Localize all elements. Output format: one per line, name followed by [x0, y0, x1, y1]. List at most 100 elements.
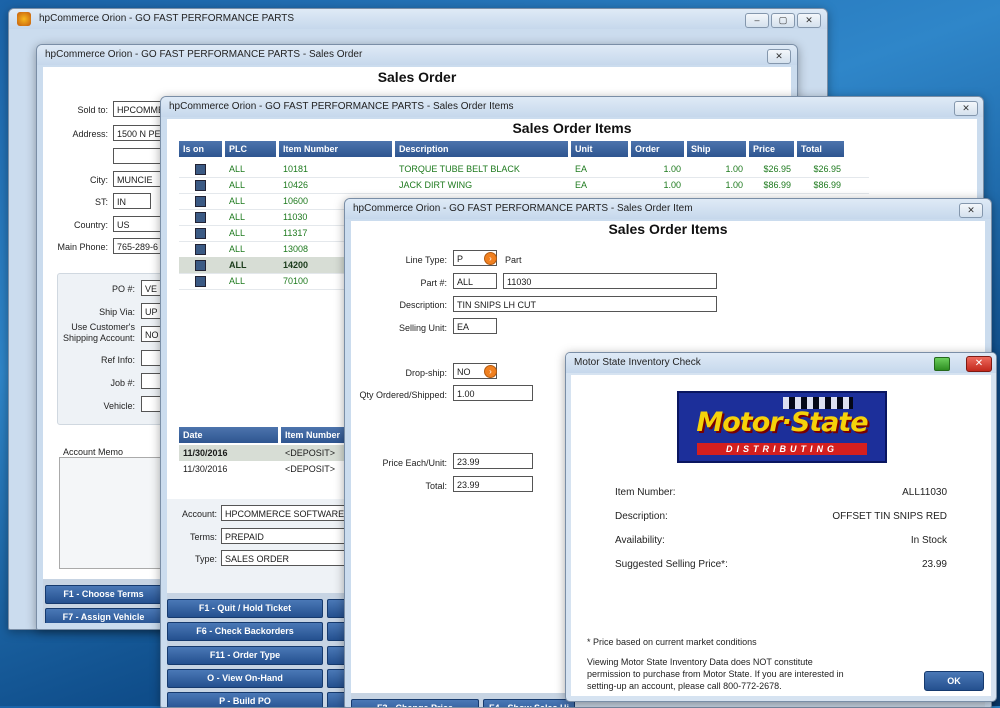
sales-order-items-heading: Sales Order Items	[512, 120, 632, 136]
description-value: OFFSET TIN SNIPS RED	[832, 511, 947, 522]
view-on-hand-button[interactable]: O - View On-Hand	[167, 669, 323, 688]
is-on-po-checkbox[interactable]	[195, 228, 206, 239]
sales-order-heading: Sales Order	[377, 69, 457, 85]
terms-label: Terms:	[190, 532, 217, 542]
is-on-po-checkbox[interactable]	[195, 196, 206, 207]
minimize-button[interactable]: ‒	[745, 13, 769, 28]
description-field[interactable]: TIN SNIPS LH CUT	[453, 296, 717, 312]
column-header-ship[interactable]: Ship	[687, 141, 747, 157]
table-cell-price: $26.95	[763, 164, 791, 174]
sales-order-item-close-button[interactable]: ✕	[959, 203, 983, 218]
disclaimer-line: Viewing Motor State Inventory Data does …	[587, 657, 813, 667]
sold-to-label: Sold to:	[77, 105, 108, 115]
qty-field[interactable]: 1.00	[453, 385, 533, 401]
use-customer-label: Use Customer's	[71, 322, 135, 332]
column-header-is-on-po[interactable]: Is on PO?	[179, 141, 223, 170]
country-label: Country:	[73, 220, 108, 230]
column-header-item-number[interactable]: Item Number	[279, 141, 393, 157]
item-number-value: ALL11030	[902, 487, 947, 498]
availability-value: In Stock	[910, 535, 947, 546]
column-header-price[interactable]: Price	[749, 141, 795, 157]
availability-label: Availability:	[615, 535, 665, 546]
minimize-icon[interactable]	[934, 357, 950, 371]
history-row[interactable]: 11/30/2016 <DEPOSIT>	[179, 461, 351, 477]
quit-hold-button[interactable]: F1 - Quit / Hold Ticket	[167, 599, 323, 618]
choose-terms-button[interactable]: F1 - Choose Terms	[45, 585, 162, 604]
job-label: Job #:	[110, 378, 135, 388]
table-cell-plc: ALL	[229, 244, 246, 254]
inventory-check-body: Motor·State DISTRIBUTING Item Number: AL…	[571, 375, 991, 696]
table-cell-unit: EA	[575, 180, 588, 190]
total-field[interactable]: 23.99	[453, 476, 533, 492]
column-header-order[interactable]: Order	[631, 141, 685, 157]
sales-order-titlebar[interactable]: hpCommerce Orion - GO FAST PERFORMANCE P…	[37, 45, 797, 65]
sales-order-close-button[interactable]: ✕	[767, 49, 791, 64]
restore-button[interactable]: ▢	[771, 13, 795, 28]
shipping-account-label: Shipping Account:	[62, 333, 135, 343]
table-cell-item: 11317	[283, 228, 308, 238]
ref-info-label: Ref Info:	[100, 355, 135, 365]
description-label: Description:	[399, 300, 447, 310]
table-cell-unit: EA	[575, 164, 588, 174]
motor-state-logo: Motor·State DISTRIBUTING	[677, 391, 887, 463]
is-on-po-checkbox[interactable]	[195, 164, 206, 175]
is-on-po-checkbox[interactable]	[195, 276, 206, 287]
part-number-field[interactable]: 11030	[503, 273, 717, 289]
is-on-po-checkbox[interactable]	[195, 244, 206, 255]
suggested-price-label: Suggested Selling Price*:	[615, 559, 728, 570]
selling-unit-label: Selling Unit:	[398, 323, 447, 333]
item-number-label: Item Number:	[615, 487, 676, 498]
ok-button[interactable]: OK	[924, 671, 984, 691]
table-cell-item: 10600	[283, 196, 309, 206]
close-icon[interactable]: ✕	[966, 356, 992, 372]
table-cell-item: 10181	[283, 164, 309, 174]
is-on-po-checkbox[interactable]	[195, 212, 206, 223]
column-header-total[interactable]: Total	[797, 141, 845, 157]
check-backorders-button[interactable]: F6 - Check Backorders	[167, 622, 323, 641]
sales-order-item-titlebar[interactable]: hpCommerce Orion - GO FAST PERFORMANCE P…	[345, 199, 991, 219]
account-field[interactable]: HPCOMMERCE SOFTWARE	[221, 505, 347, 521]
table-cell-total: $86.99	[813, 180, 841, 190]
state-field[interactable]: IN	[113, 193, 151, 209]
table-cell-description: TORQUE TUBE BELT BLACK	[399, 164, 520, 174]
table-cell-item: 13008	[283, 244, 309, 254]
table-cell-plc: ALL	[229, 212, 246, 222]
price-each-field[interactable]: 23.99	[453, 453, 533, 469]
sales-order-item-title: hpCommerce Orion - GO FAST PERFORMANCE P…	[353, 203, 693, 214]
column-header-unit[interactable]: Unit	[571, 141, 629, 157]
selling-unit-field[interactable]: EA	[453, 318, 497, 334]
price-footnote: * Price based on current market conditio…	[587, 637, 757, 647]
column-header-plc[interactable]: PLC	[225, 141, 277, 157]
drop-ship-dropdown-icon[interactable]: ›	[484, 365, 497, 378]
line-type-dropdown-icon[interactable]: ›	[484, 252, 497, 265]
plc-field[interactable]: ALL	[453, 273, 497, 289]
order-type-button[interactable]: F11 - Order Type	[167, 646, 323, 665]
history-row[interactable]: 11/30/2016 <DEPOSIT>	[179, 445, 351, 461]
table-row[interactable]: ALL 10426 JACK DIRT WING EA 1.00 1.00 $86.99 $8…	[179, 177, 869, 194]
is-on-po-checkbox[interactable]	[195, 260, 206, 271]
account-label: Account:	[181, 509, 217, 519]
price-each-label: Price Each/Unit:	[382, 458, 447, 468]
logo-main-text: Motor·State	[696, 407, 868, 438]
table-cell-plc: ALL	[229, 276, 246, 286]
type-field[interactable]: SALES ORDER	[221, 550, 347, 566]
is-on-po-checkbox[interactable]	[195, 180, 206, 191]
table-row[interactable]: ALL 10181 TORQUE TUBE BELT BLACK EA 1.00 1.00…	[179, 161, 869, 178]
close-button[interactable]: ✕	[797, 13, 821, 28]
description-label: Description:	[615, 511, 668, 522]
build-po-button[interactable]: P - Build PO	[167, 692, 323, 707]
sales-order-items-titlebar[interactable]: hpCommerce Orion - GO FAST PERFORMANCE P…	[161, 97, 983, 117]
main-window-titlebar[interactable]: hpCommerce Orion - GO FAST PERFORMANCE P…	[9, 9, 827, 29]
inventory-check-titlebar[interactable]: Motor State Inventory Check	[566, 353, 996, 373]
table-cell-item: 10426	[283, 180, 309, 190]
sales-order-items-close-button[interactable]: ✕	[954, 101, 978, 116]
assign-vehicle-button[interactable]: F7 - Assign Vehicle	[45, 608, 162, 623]
terms-field[interactable]: PREPAID	[221, 528, 347, 544]
table-cell-plc: ALL	[229, 260, 247, 270]
inventory-check-title: Motor State Inventory Check	[574, 357, 701, 368]
column-header-description[interactable]: Description	[395, 141, 569, 157]
table-cell-item: 14200	[283, 260, 309, 270]
city-label: City:	[90, 175, 108, 185]
account-memo-box[interactable]	[59, 457, 173, 569]
sales-order-items-title: hpCommerce Orion - GO FAST PERFORMANCE P…	[169, 101, 514, 112]
